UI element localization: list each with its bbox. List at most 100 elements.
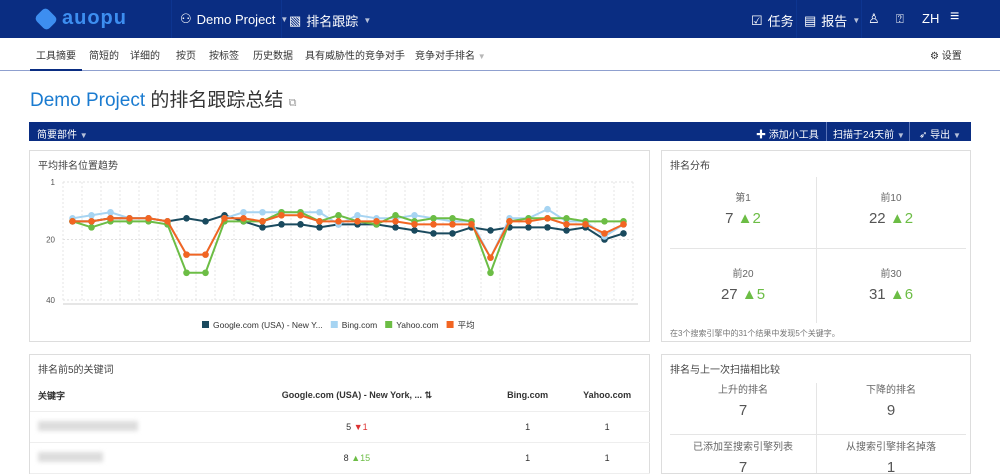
data-point <box>620 230 627 237</box>
data-point <box>506 218 513 225</box>
data-point <box>259 218 266 225</box>
rank-up: 上升的排名 7 <box>718 385 768 419</box>
data-point <box>164 218 171 225</box>
data-point <box>126 215 133 222</box>
data-point <box>354 218 361 225</box>
data-point <box>449 215 456 222</box>
sub-navigation: 工具摘要 简短的 详细的 按页 按标签 历史数据 具有威胁性的竞争对手 竞争对手… <box>0 38 1000 71</box>
data-point <box>620 221 627 228</box>
data-point <box>88 224 95 231</box>
data-point <box>525 218 532 225</box>
scan-date-dropdown[interactable]: 扫描于24天前 ▼ <box>833 126 905 141</box>
data-point <box>582 221 589 228</box>
data-point <box>449 230 456 237</box>
data-point <box>430 230 437 237</box>
data-point <box>392 224 399 231</box>
data-point <box>107 215 114 222</box>
compare-panel: 排名与上一次扫描相比较 上升的排名 7 下降的排名 9 已添加至搜索引擎列表 7 从搜… <box>661 354 971 476</box>
data-point <box>278 221 285 228</box>
data-point <box>544 224 551 231</box>
y-tick-label: 1 <box>51 178 56 187</box>
legend-label: 平均 <box>458 320 475 330</box>
dist-top1: 第1 7 ▲2 <box>725 193 761 227</box>
data-point <box>544 215 551 222</box>
settings-button[interactable]: ⚙ 设置 <box>930 47 962 62</box>
menu-icon[interactable]: ≡ <box>950 8 959 26</box>
data-point <box>563 215 570 222</box>
data-point <box>601 218 608 225</box>
add-widget-button[interactable]: ✚ 添加小工具 <box>756 126 819 141</box>
reports-button[interactable]: ▤ 报告 ▼ <box>804 11 860 30</box>
users-icon[interactable]: ♙ <box>868 11 880 27</box>
tab-threat-competitors[interactable]: 具有威胁性的竞争对手 <box>305 47 405 62</box>
dist-top20: 前20 27 ▲5 <box>720 269 766 303</box>
data-point <box>183 251 190 258</box>
legend-swatch <box>446 321 454 328</box>
data-point <box>563 221 570 228</box>
tab-summary[interactable]: 工具摘要 <box>30 47 82 71</box>
rank-distribution-panel: 排名分布 第1 7 ▲2 前10 22 ▲2 前20 27 ▲5 前30 31 ▲6 在… <box>661 150 971 342</box>
legend-swatch <box>330 321 338 328</box>
data-point <box>183 215 190 222</box>
copy-icon[interactable]: ⧉ <box>289 97 297 109</box>
data-point <box>430 221 437 228</box>
summary-dropdown[interactable]: 简要部件 ▼ <box>37 126 88 141</box>
data-point <box>544 205 551 213</box>
tab-detailed[interactable]: 详细的 <box>130 47 160 62</box>
table-header: 关键字 Google.com (USA) - New York, ... ⇅ B… <box>30 380 650 412</box>
data-point <box>316 224 323 231</box>
data-point <box>487 254 494 261</box>
table-row[interactable]: 8 ▲15 1 1 <box>30 442 650 474</box>
tasks-button[interactable]: ☑ 任务 <box>751 11 794 30</box>
data-point <box>88 218 95 225</box>
data-point <box>259 208 266 216</box>
data-point <box>373 218 380 225</box>
data-point <box>354 211 361 219</box>
tab-competitor-ranking[interactable]: 竞争对手排名 ▼ <box>415 47 486 62</box>
data-point <box>335 218 342 225</box>
data-point <box>297 221 304 228</box>
help-icon[interactable]: ⍰ <box>896 11 904 27</box>
send-icon: ➶ <box>919 130 928 141</box>
data-point <box>240 215 247 222</box>
data-point <box>430 215 437 222</box>
data-point <box>411 211 418 219</box>
tool-selector[interactable]: ▧ 排名跟踪 ▼ <box>289 11 371 30</box>
tab-history[interactable]: 历史数据 <box>253 47 293 62</box>
data-point <box>297 211 304 219</box>
table-row[interactable]: 5 ▼1 1 1 <box>30 411 650 443</box>
rank-dropped: 从搜索引擎排名掉落 1 <box>846 442 936 476</box>
data-point <box>240 208 247 216</box>
data-point <box>259 224 266 231</box>
data-point <box>411 227 418 234</box>
data-point <box>487 269 494 277</box>
report-icon: ▤ <box>804 12 817 28</box>
rank-trend-panel: 平均排名位置趋势 1 20 40 Google.com (USA) - New Y..… <box>29 150 650 342</box>
legend-label: Bing.com <box>342 320 377 330</box>
data-point <box>525 224 532 231</box>
data-point <box>563 227 570 234</box>
project-selector[interactable]: ⚇ Demo Project ▼ <box>180 11 288 27</box>
data-point <box>69 218 76 225</box>
data-point <box>335 211 342 219</box>
tab-by-page[interactable]: 按页 <box>176 47 196 62</box>
tab-by-tag[interactable]: 按标签 <box>209 47 239 62</box>
sort-icon: ⇅ <box>424 389 433 400</box>
tab-brief[interactable]: 简短的 <box>89 47 119 62</box>
gear-icon: ⚙ <box>930 51 939 62</box>
language-button[interactable]: ZH <box>922 11 939 26</box>
tasks-icon: ☑ <box>751 12 763 28</box>
widget-toolbar: 简要部件 ▼ ✚ 添加小工具 扫描于24天前 ▼ ➶ 导出 ▼ <box>29 122 971 141</box>
data-point <box>487 227 494 234</box>
data-point <box>145 215 152 222</box>
data-point <box>88 211 95 219</box>
page-title: Demo Project 的排名跟踪总结 ⧉ <box>30 90 297 111</box>
data-point <box>107 208 114 216</box>
legend-swatch <box>385 321 393 328</box>
top5-keywords-panel: 排名前5的关键词 关键字 Google.com (USA) - New York… <box>29 354 650 474</box>
data-point <box>392 218 399 225</box>
y-tick-label: 40 <box>46 296 55 305</box>
logo[interactable]: auopu <box>33 6 127 31</box>
export-button[interactable]: ➶ 导出 ▼ <box>919 126 961 141</box>
data-point <box>468 221 475 228</box>
